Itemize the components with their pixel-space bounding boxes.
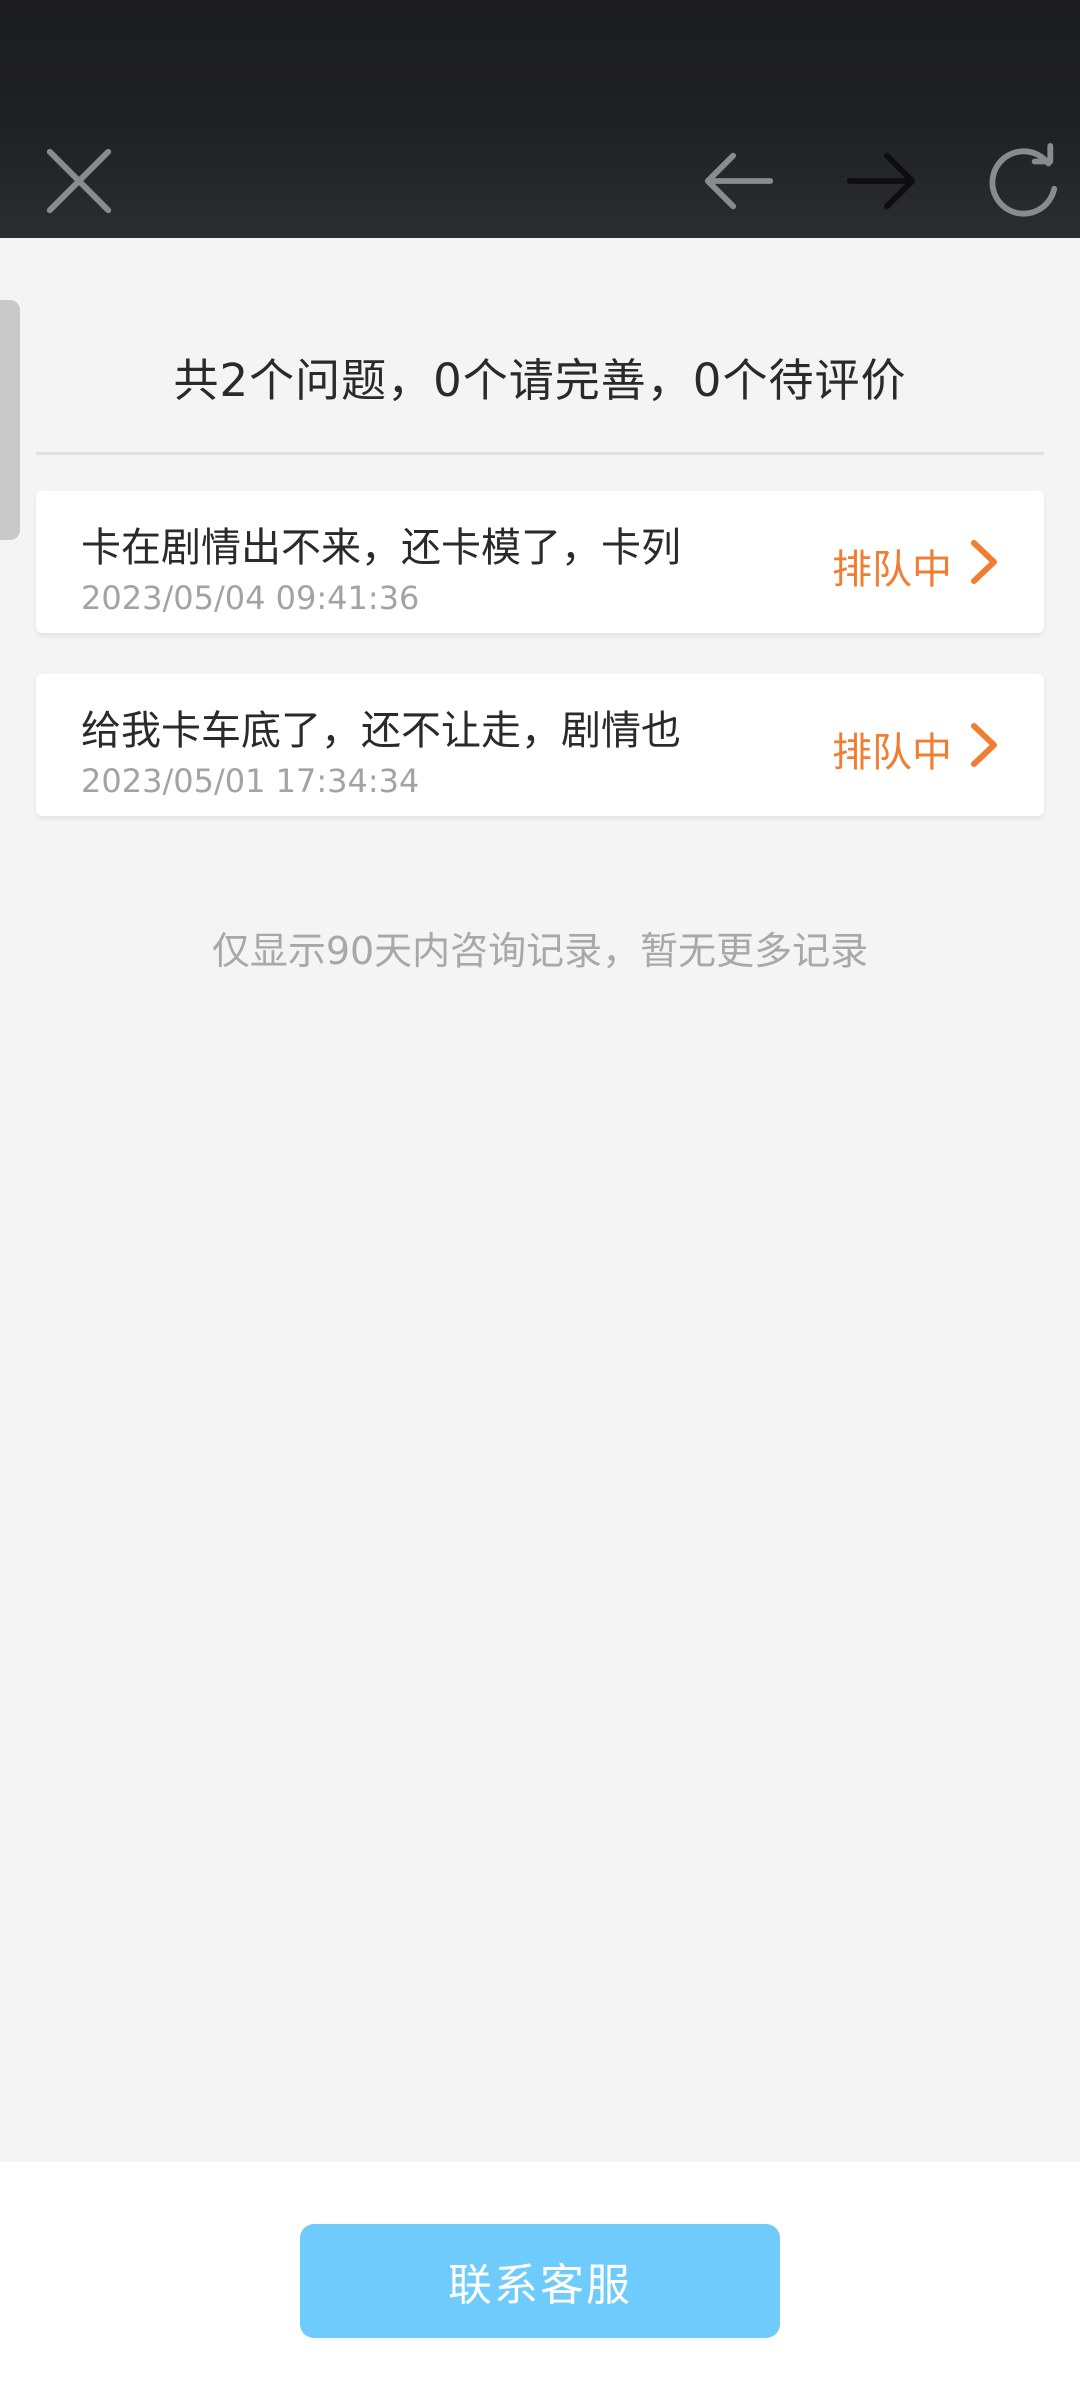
close-icon[interactable] <box>34 136 124 226</box>
ticket-status: 排队中 <box>832 547 952 593</box>
ticket-summary: 共2个问题，0个请完善，0个待评价 <box>173 353 907 407</box>
browser-toolbar <box>0 0 1080 238</box>
chevron-right-icon <box>971 723 997 767</box>
ticket-title: 给我卡车底了，还不让走，剧情也 <box>81 708 681 754</box>
ticket-title: 卡在剧情出不来，还卡模了，卡列 <box>81 525 681 571</box>
ticket-time: 2023/05/04 09:41:36 <box>81 579 420 617</box>
contact-support-button[interactable]: 联系客服 <box>300 2224 780 2338</box>
arrow-right-icon[interactable] <box>836 136 926 226</box>
ticket-time: 2023/05/01 17:34:34 <box>81 762 420 800</box>
ticket-status: 排队中 <box>832 730 952 776</box>
bottom-bar: 联系客服 <box>0 2162 1080 2400</box>
ticket-item[interactable]: 卡在剧情出不来，还卡模了，卡列 2023/05/04 09:41:36 排队中 <box>36 491 1044 633</box>
divider <box>36 452 1044 455</box>
refresh-icon[interactable] <box>978 136 1068 226</box>
side-pull-handle[interactable] <box>0 300 20 540</box>
chevron-right-icon <box>971 540 997 584</box>
arrow-left-icon[interactable] <box>694 136 784 226</box>
ticket-item[interactable]: 给我卡车底了，还不让走，剧情也 2023/05/01 17:34:34 排队中 <box>36 674 1044 816</box>
history-note: 仅显示90天内咨询记录，暂无更多记录 <box>211 929 869 973</box>
